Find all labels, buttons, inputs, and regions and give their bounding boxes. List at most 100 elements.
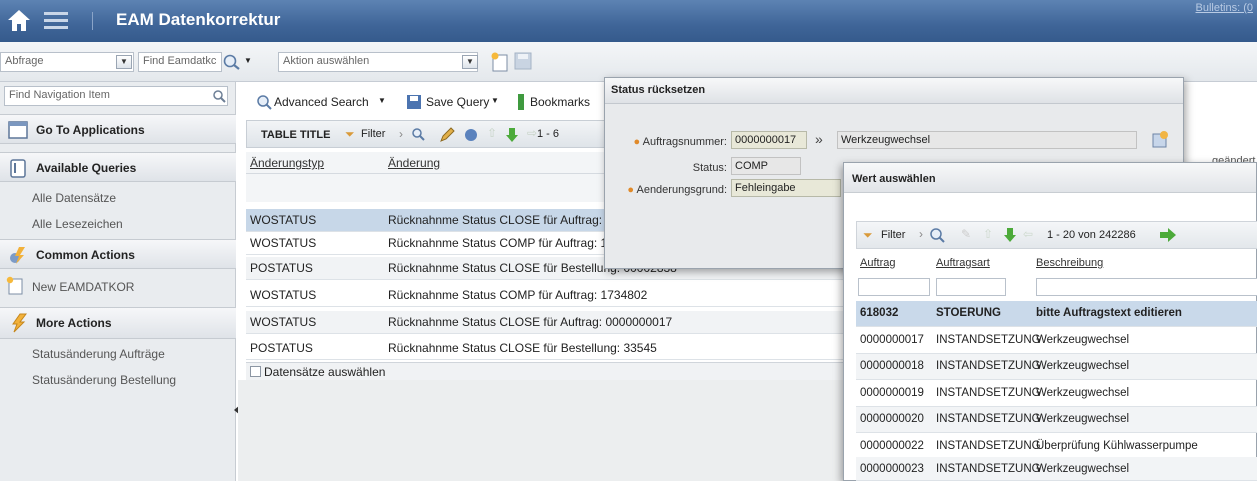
find-navigation-input[interactable]: Find Navigation Item xyxy=(4,86,228,106)
table-footer: Datensätze auswählen xyxy=(246,362,866,380)
column-auftragsart[interactable]: Auftragsart xyxy=(936,257,990,269)
cell-auftragsart: INSTANDSETZUNG xyxy=(936,413,1041,425)
lookup-arrow-icon[interactable]: » xyxy=(815,131,823,147)
table-title: TABLE TITLE xyxy=(261,129,331,141)
query-alle-lesezeichen[interactable]: Alle Lesezeichen xyxy=(32,217,123,231)
column-aenderung[interactable]: Änderung xyxy=(388,156,440,170)
save-query-dropdown-icon[interactable]: ▼ xyxy=(491,96,499,105)
new-record-icon[interactable] xyxy=(490,51,510,73)
filter-icon: ⏷ xyxy=(345,127,355,141)
app-title: EAM Datenkorrektur xyxy=(116,10,281,29)
more-actions-label: More Actions xyxy=(36,316,112,330)
filter-button[interactable]: Filter xyxy=(881,229,905,241)
bookmark-icon xyxy=(518,94,524,110)
lookup-toolbar: ⏷ Filter › ✎ ⇧ ⇦ 1 - 20 von 242286 xyxy=(856,221,1257,249)
aenderungsgrund-input[interactable]: Fehleingabe xyxy=(731,179,841,197)
select-records-label: Datensätze auswählen xyxy=(264,365,386,379)
arrow-down-icon[interactable] xyxy=(1003,227,1017,243)
cell-auftrag: 618032 xyxy=(860,307,899,319)
list-item[interactable]: 618032 STOERUNG bitte Auftragstext editi… xyxy=(856,301,1257,327)
chevron-right-icon: › xyxy=(919,227,923,241)
arrow-down-icon[interactable] xyxy=(505,127,519,143)
available-queries-label: Available Queries xyxy=(36,161,137,175)
advanced-search-dropdown-icon[interactable]: ▼ xyxy=(378,96,386,105)
column-beschreibung[interactable]: Beschreibung xyxy=(1036,257,1103,269)
advanced-search-button[interactable]: Advanced Search xyxy=(274,95,369,109)
search-icon[interactable] xyxy=(222,53,242,71)
cell-beschreibung: bitte Auftragstext editieren xyxy=(1036,307,1182,319)
table-row[interactable]: WOSTATUS Rücknahnme Status COMP für Auft… xyxy=(246,284,866,307)
list-item[interactable]: 0000000020 INSTANDSETZUNG Werkzeugwechse… xyxy=(856,407,1257,433)
edit-icon[interactable] xyxy=(439,127,455,143)
chevron-down-icon[interactable]: ▼ xyxy=(116,55,132,69)
aktion-select[interactable]: Aktion auswählen xyxy=(278,52,478,72)
chevron-down-icon[interactable]: ▼ xyxy=(462,55,478,69)
list-item[interactable]: 0000000023 INSTANDSETZUNG Werkzeugwechse… xyxy=(856,457,1257,481)
refresh-icon[interactable] xyxy=(463,127,479,143)
available-queries-header[interactable]: Available Queries xyxy=(0,152,236,182)
list-item[interactable]: 0000000017 INSTANDSETZUNG Werkzeugwechse… xyxy=(856,328,1257,354)
filter-auftragsart-input[interactable] xyxy=(936,278,1006,296)
next-page-icon[interactable] xyxy=(1159,228,1177,242)
search-icon[interactable] xyxy=(212,89,226,103)
auftrag-description: Werkzeugwechsel xyxy=(837,131,1137,149)
filter-beschreibung-input[interactable] xyxy=(1036,278,1257,296)
arrow-left-icon: ⇦ xyxy=(1023,227,1034,241)
new-eamdatkor-item[interactable]: New EAMDATKOR xyxy=(0,276,236,300)
search-icon[interactable] xyxy=(411,127,425,141)
abfrage-select[interactable]: Abfrage xyxy=(0,52,134,72)
table-row[interactable]: WOSTATUS Rücknahnme Status CLOSE für Auf… xyxy=(246,311,866,334)
actions-icon xyxy=(10,247,25,264)
auftragsnummer-input[interactable]: 0000000017 xyxy=(731,131,807,149)
table-paging: 1 - 6 xyxy=(537,128,560,140)
cell-auftrag: 0000000020 xyxy=(860,413,924,425)
select-records-checkbox[interactable] xyxy=(250,366,261,377)
cell-aenderung: Rücknahnme Status CLOSE für Auftrag: 18 xyxy=(388,213,619,227)
cell-auftrag: 0000000023 xyxy=(860,463,924,475)
navigation-panel: Find Navigation Item Go To Applications … xyxy=(0,82,236,481)
statusaenderung-bestellung[interactable]: Statusänderung Bestellung xyxy=(32,373,176,387)
list-item[interactable]: 0000000019 INSTANDSETZUNG Werkzeugwechse… xyxy=(856,381,1257,407)
statusaenderung-auftraege[interactable]: Statusänderung Aufträge xyxy=(32,347,165,361)
cell-beschreibung: Werkzeugwechsel xyxy=(1036,413,1130,425)
home-icon[interactable] xyxy=(6,6,32,34)
arrow-disabled-icon: ⇨ xyxy=(527,126,538,140)
find-placeholder: Find Eamdatkc xyxy=(143,55,217,67)
cell-typ: WOSTATUS xyxy=(250,213,317,227)
list-item[interactable]: 0000000018 INSTANDSETZUNG Werkzeugwechse… xyxy=(856,354,1257,380)
bookmarks-button[interactable]: Bookmarks xyxy=(530,95,590,109)
more-actions-header[interactable]: More Actions xyxy=(0,307,236,339)
title-separator xyxy=(92,12,93,30)
lightning-icon xyxy=(12,313,27,333)
filter-button[interactable]: Filter xyxy=(361,128,385,140)
cell-beschreibung: Überprüfung Kühlwasserpumpe xyxy=(1036,440,1198,452)
search-icon[interactable] xyxy=(929,227,945,243)
lookup-icon[interactable] xyxy=(1151,130,1169,150)
bulletins-link[interactable]: Bulletins: (0 xyxy=(1196,2,1253,14)
cell-typ: POSTATUS xyxy=(250,261,313,275)
value-select-dialog: Wert auswählen ⏷ Filter › ✎ ⇧ ⇦ 1 - 20 v… xyxy=(843,162,1257,481)
cell-auftrag: 0000000022 xyxy=(860,440,924,452)
window-icon xyxy=(8,121,28,139)
column-aenderungstyp[interactable]: Änderungstyp xyxy=(250,156,324,170)
find-eamdatkor-input[interactable]: Find Eamdatkc xyxy=(138,52,222,72)
new-record-icon xyxy=(6,276,23,295)
lookup-paging: 1 - 20 von 242286 xyxy=(1047,229,1136,241)
filter-auftrag-input[interactable] xyxy=(858,278,930,296)
table-row[interactable]: POSTATUS Rücknahnme Status CLOSE für Bes… xyxy=(246,337,866,360)
cell-auftrag: 0000000018 xyxy=(860,360,924,372)
edit-disabled-icon: ✎ xyxy=(961,227,972,241)
column-auftrag[interactable]: Auftrag xyxy=(860,257,895,269)
aenderungsgrund-label: ● Aenderungsgrund: xyxy=(627,184,727,196)
cell-auftragsart: INSTANDSETZUNG xyxy=(936,360,1041,372)
go-to-applications[interactable]: Go To Applications xyxy=(0,114,236,144)
cell-typ: WOSTATUS xyxy=(250,315,317,329)
query-alle-datensaetze[interactable]: Alle Datensätze xyxy=(32,191,116,205)
search-dropdown-icon[interactable]: ▼ xyxy=(244,56,252,65)
hamburger-menu-icon[interactable] xyxy=(44,10,68,30)
cell-auftrag: 0000000019 xyxy=(860,387,924,399)
save-query-button[interactable]: Save Query xyxy=(426,95,489,109)
auftragsnummer-label: ● Auftragsnummer: xyxy=(633,136,727,148)
cell-auftragsart: INSTANDSETZUNG xyxy=(936,463,1041,475)
common-actions-header[interactable]: Common Actions xyxy=(0,239,236,269)
